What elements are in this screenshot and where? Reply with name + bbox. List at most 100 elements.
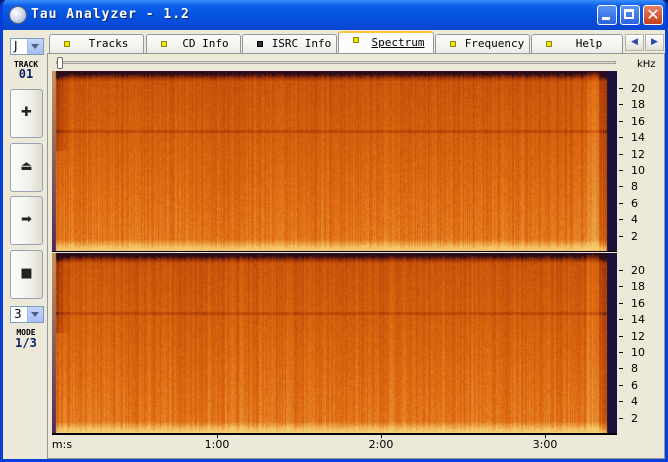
freq-tick: 18 [619,98,659,112]
freq-axis-top: 20 18 16 14 12 10 8 6 4 2 [619,71,659,251]
freq-tick-label: 2 [631,229,638,243]
minimize-button[interactable] [597,5,617,25]
play-button[interactable]: ➡ [10,196,43,245]
freq-tick-label: 8 [631,362,638,376]
spectrogram-left-channel[interactable] [52,71,617,252]
time-tick-label: 1:00 [204,438,230,451]
time-tick-label: 2:00 [368,438,394,451]
tab-label: Tracks [88,37,129,50]
minimize-icon [602,17,610,20]
freq-tick-label: 10 [631,164,645,177]
freq-tick-mark [619,88,623,89]
plus-icon: ✚ [21,105,32,120]
position-slider-track[interactable] [56,61,616,64]
eject-button[interactable]: ⏏ [10,143,43,192]
freq-tick-label: 4 [631,213,638,227]
chevron-down-icon[interactable] [27,307,43,322]
freq-tick-mark [619,335,623,337]
title-bar[interactable]: Tau Analyzer - 1.2 ✕ [3,0,665,30]
position-slider-thumb[interactable] [57,57,63,69]
freq-tick: 6 [619,197,659,211]
freq-tick: 8 [619,180,659,194]
plus-button[interactable]: ✚ [10,89,43,138]
freq-tick-label: 14 [631,131,645,145]
freq-tick-label: 18 [631,98,645,112]
chevron-down-icon[interactable] [27,39,43,54]
mode-value: 1/3 [15,336,37,350]
freq-tick: 16 [619,115,659,129]
freq-tick-label: 8 [631,180,638,194]
mode-select[interactable]: 3 [10,306,44,323]
freq-tick-label: 20 [631,264,645,277]
freq-tick-label: 4 [631,395,638,409]
time-tick-label: 3:00 [532,438,558,451]
freq-tick: 6 [619,379,659,393]
maximize-icon [624,9,634,19]
tab-bar: Tracks CD Info ISRC Info Spectrum Freque… [47,31,623,53]
freq-tick-mark [619,384,623,386]
tab-indicator-icon [450,41,456,47]
chevron-right-icon: ▶ [651,37,658,47]
freq-tick: 14 [619,131,659,145]
freq-tick-label: 16 [631,114,645,128]
freq-tick-label: 6 [631,196,638,210]
drive-value: J [14,39,18,53]
freq-tick: 16 [619,297,659,311]
freq-axis-bottom: 20 18 16 14 12 10 8 6 4 2 [619,253,659,433]
freq-tick-mark [619,137,623,139]
freq-tick-mark [619,401,623,403]
freq-tick-mark [619,235,623,237]
maximize-button[interactable] [620,5,640,25]
freq-tick-mark [619,202,623,204]
tab-indicator-icon [546,41,552,47]
time-axis-line [52,434,617,435]
freq-tick-mark [619,286,623,288]
freq-tick: 10 [619,346,659,360]
close-icon: ✕ [646,5,660,24]
mode-select-value: 3 [14,307,22,321]
chevron-left-icon: ◀ [631,37,638,47]
tab-indicator-icon [161,41,167,47]
window-title: Tau Analyzer - 1.2 [31,7,190,22]
freq-tick: 4 [619,395,659,409]
freq-tick: 18 [619,280,659,294]
spectrogram-right-channel[interactable] [52,253,617,434]
tab-label: Frequency [464,37,525,50]
tab-isrc-info[interactable]: ISRC Info [242,34,337,53]
freq-tick-label: 14 [631,313,645,327]
freq-tick: 10 [619,164,659,178]
play-icon: ➡ [21,212,32,227]
freq-tick: 4 [619,213,659,227]
freq-tick-mark [619,352,623,353]
freq-tick-mark [619,417,623,419]
freq-unit-label: kHz [637,59,656,70]
freq-tick-label: 2 [631,411,638,425]
spectrum-panel: kHz 20 18 16 14 12 10 8 6 4 2 20 18 16 14 12 10 8 6 4 2 m:… [47,53,665,459]
tab-tracks[interactable]: Tracks [49,34,144,53]
freq-tick-mark [619,186,623,188]
stop-icon: ■ [20,266,33,281]
freq-tick-label: 18 [631,280,645,294]
tab-label: Spectrum [371,36,425,49]
freq-tick-mark [619,270,623,271]
close-button[interactable]: ✕ [643,5,663,25]
tab-spectrum[interactable]: Spectrum [338,31,434,53]
drive-select[interactable]: J [10,38,44,55]
freq-tick: 2 [619,412,659,426]
tab-help[interactable]: Help [531,34,623,53]
freq-tick-mark [619,170,623,171]
tab-cd-info[interactable]: CD Info [146,34,241,53]
eject-icon: ⏏ [20,159,33,174]
freq-tick-label: 12 [631,147,645,161]
left-control-panel: J TRACK 01 ✚ ⏏ ➡ ■ 3 MODE 1/3 [6,34,46,459]
freq-tick: 20 [619,264,659,278]
freq-tick: 2 [619,230,659,244]
tab-frequency[interactable]: Frequency [435,34,530,53]
freq-tick: 8 [619,362,659,376]
stop-button[interactable]: ■ [10,250,43,299]
tab-scroll-left-button[interactable]: ◀ [625,34,644,51]
tab-indicator-icon [353,37,359,43]
freq-tick-label: 12 [631,329,645,343]
freq-tick-mark [619,104,623,106]
tab-scroll-right-button[interactable]: ▶ [645,34,664,51]
